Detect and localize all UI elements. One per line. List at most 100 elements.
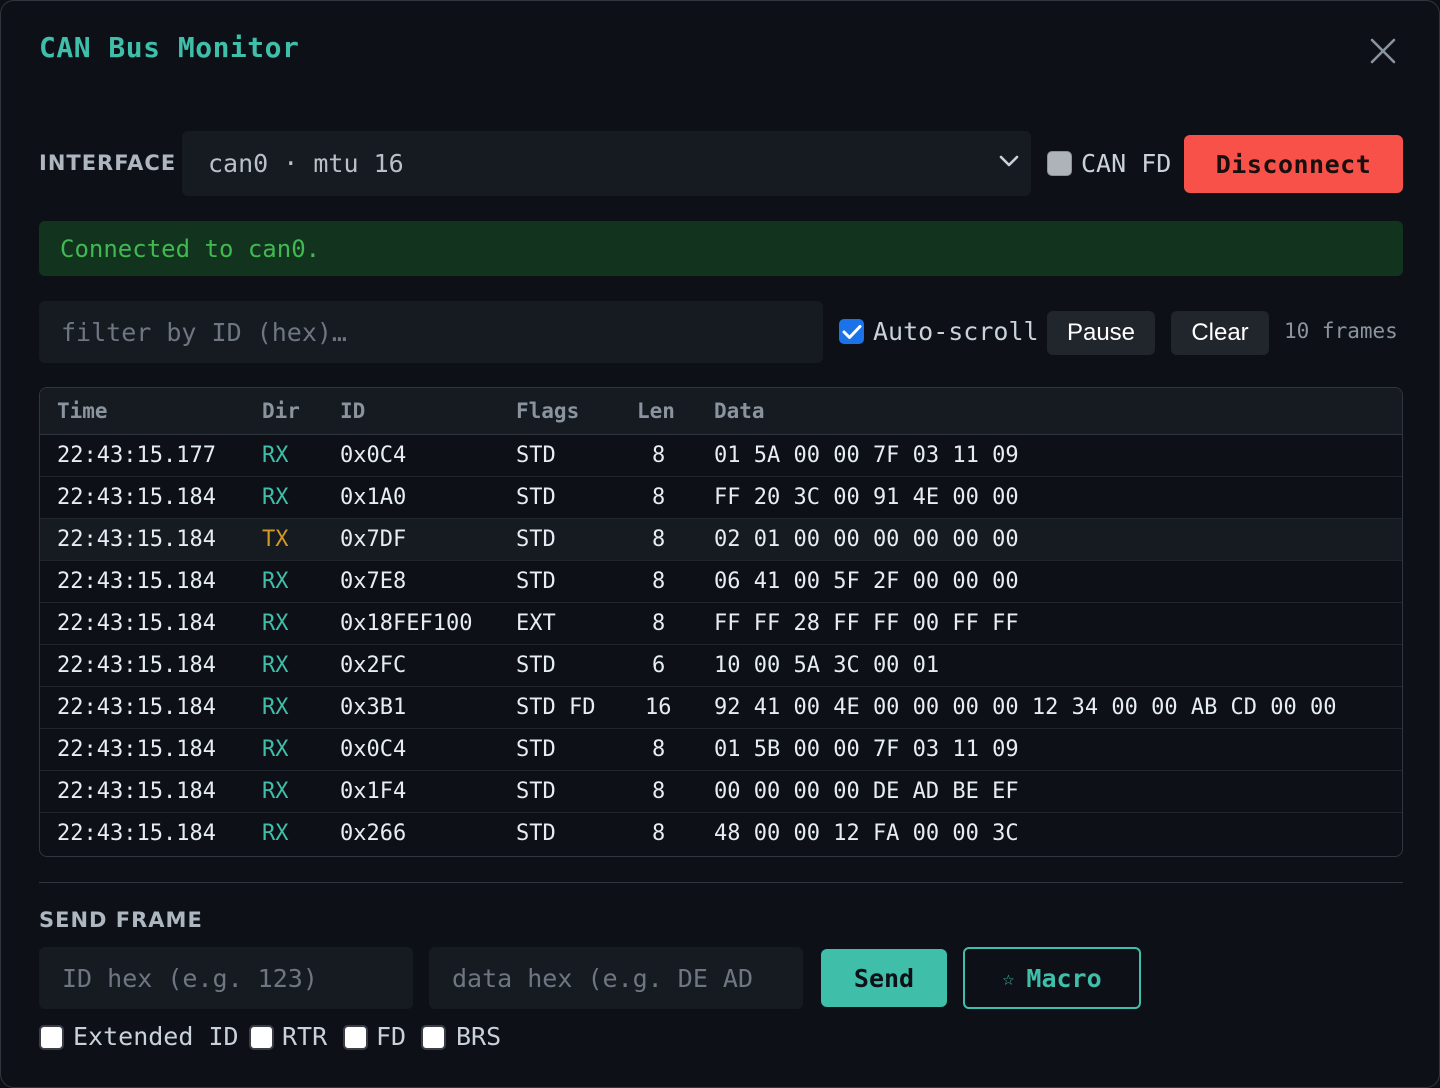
- cell-flags: STD: [516, 569, 556, 594]
- cell-len: 8: [652, 569, 666, 594]
- cell-dir: RX: [262, 737, 289, 762]
- table-row[interactable]: 22:43:15.184 RX 0x3B1 STD FD 16 92 41 00…: [40, 687, 1402, 729]
- cell-dir: RX: [262, 821, 289, 846]
- cell-id: 0x2FC: [340, 653, 407, 678]
- send-frame-heading: SEND FRAME: [39, 908, 203, 932]
- cell-id: 0x7E8: [340, 569, 407, 594]
- fd-label: FD: [376, 1022, 407, 1051]
- cell-dir: TX: [262, 527, 289, 552]
- column-header-dir[interactable]: Dir: [262, 399, 300, 423]
- interface-select-value: can0 · mtu 16: [208, 149, 404, 178]
- cell-flags: STD: [516, 779, 556, 804]
- cell-id: 0x1A0: [340, 485, 407, 510]
- column-header-time[interactable]: Time: [57, 399, 108, 423]
- table-header: Time Dir ID Flags Len Data: [40, 388, 1402, 435]
- send-id-input[interactable]: ID hex (e.g. 123): [39, 947, 413, 1009]
- cell-time: 22:43:15.177: [57, 443, 216, 468]
- interface-label: INTERFACE: [39, 151, 177, 175]
- cell-dir: RX: [262, 695, 289, 720]
- cell-len: 8: [652, 779, 666, 804]
- cell-len: 8: [652, 443, 666, 468]
- cell-time: 22:43:15.184: [57, 527, 216, 552]
- rtr-label: RTR: [282, 1022, 328, 1051]
- fd-checkbox[interactable]: [343, 1025, 368, 1050]
- filter-placeholder: filter by ID (hex)…: [61, 317, 347, 347]
- chevron-down-icon: [999, 155, 1019, 167]
- cell-len: 8: [652, 485, 666, 510]
- cell-data: 01 5A 00 00 7F 03 11 09: [714, 443, 1019, 468]
- cell-data: FF 20 3C 00 91 4E 00 00: [714, 485, 1019, 510]
- column-header-data[interactable]: Data: [714, 399, 765, 423]
- cell-id: 0x3B1: [340, 695, 407, 720]
- star-icon: ☆: [1002, 966, 1015, 990]
- cell-dir: RX: [262, 611, 289, 636]
- cell-id: 0x7DF: [340, 527, 407, 552]
- cell-data: 01 5B 00 00 7F 03 11 09: [714, 737, 1019, 762]
- cell-data: FF FF 28 FF FF 00 FF FF: [714, 611, 1019, 636]
- frames-table: Time Dir ID Flags Len Data 22:43:15.177 …: [39, 387, 1403, 857]
- cell-data: 10 00 5A 3C 00 01: [714, 653, 940, 678]
- can-monitor-window: CAN Bus Monitor INTERFACE can0 · mtu 16 …: [0, 0, 1440, 1088]
- table-row[interactable]: 22:43:15.184 RX 0x0C4 STD 8 01 5B 00 00 …: [40, 729, 1402, 771]
- cell-len: 8: [652, 737, 666, 762]
- cell-flags: STD FD: [516, 695, 596, 720]
- canfd-checkbox[interactable]: [1047, 151, 1072, 176]
- cell-dir: RX: [262, 653, 289, 678]
- table-row[interactable]: 22:43:15.184 RX 0x1F4 STD 8 00 00 00 00 …: [40, 771, 1402, 813]
- cell-flags: STD: [516, 485, 556, 510]
- table-row[interactable]: 22:43:15.184 RX 0x266 STD 8 48 00 00 12 …: [40, 813, 1402, 855]
- send-data-input[interactable]: data hex (e.g. DE AD: [429, 947, 803, 1009]
- cell-data: 02 01 00 00 00 00 00 00: [714, 527, 1019, 552]
- cell-dir: RX: [262, 569, 289, 594]
- cell-data: 92 41 00 4E 00 00 00 00 12 34 00 00 AB C…: [714, 695, 1337, 720]
- cell-dir: RX: [262, 443, 289, 468]
- filter-input[interactable]: filter by ID (hex)…: [39, 301, 823, 363]
- cell-id: 0x0C4: [340, 443, 407, 468]
- cell-id: 0x266: [340, 821, 407, 846]
- section-divider: [39, 882, 1403, 883]
- table-row[interactable]: 22:43:15.184 TX 0x7DF STD 8 02 01 00 00 …: [40, 519, 1402, 561]
- autoscroll-checkbox[interactable]: [839, 319, 864, 344]
- cell-id: 0x0C4: [340, 737, 407, 762]
- brs-checkbox[interactable]: [421, 1025, 446, 1050]
- canfd-label: CAN FD: [1081, 149, 1172, 178]
- send-id-placeholder: ID hex (e.g. 123): [62, 963, 318, 993]
- cell-time: 22:43:15.184: [57, 485, 216, 510]
- cell-len: 8: [652, 611, 666, 636]
- extended-id-checkbox[interactable]: [39, 1025, 64, 1050]
- table-row[interactable]: 22:43:15.177 RX 0x0C4 STD 8 01 5A 00 00 …: [40, 435, 1402, 477]
- pause-button[interactable]: Pause: [1047, 311, 1155, 355]
- table-row[interactable]: 22:43:15.184 RX 0x1A0 STD 8 FF 20 3C 00 …: [40, 477, 1402, 519]
- cell-flags: STD: [516, 443, 556, 468]
- cell-flags: STD: [516, 737, 556, 762]
- window-title: CAN Bus Monitor: [39, 31, 300, 64]
- send-button[interactable]: Send: [821, 949, 947, 1007]
- cell-time: 22:43:15.184: [57, 653, 216, 678]
- checkmark-icon: [842, 324, 861, 339]
- cell-id: 0x1F4: [340, 779, 407, 804]
- close-button[interactable]: [1363, 31, 1403, 71]
- status-banner: Connected to can0.: [39, 221, 1403, 276]
- extended-id-label: Extended ID: [73, 1022, 239, 1051]
- macro-button[interactable]: ☆ Macro: [963, 947, 1141, 1009]
- cell-len: 6: [652, 653, 666, 678]
- rtr-checkbox[interactable]: [249, 1025, 274, 1050]
- interface-select[interactable]: can0 · mtu 16: [182, 131, 1031, 196]
- cell-len: 8: [652, 527, 666, 552]
- table-row[interactable]: 22:43:15.184 RX 0x2FC STD 6 10 00 5A 3C …: [40, 645, 1402, 687]
- table-row[interactable]: 22:43:15.184 RX 0x7E8 STD 8 06 41 00 5F …: [40, 561, 1402, 603]
- table-row[interactable]: 22:43:15.184 RX 0x18FEF100 EXT 8 FF FF 2…: [40, 603, 1402, 645]
- column-header-len[interactable]: Len: [637, 399, 675, 423]
- send-data-placeholder: data hex (e.g. DE AD: [452, 963, 754, 993]
- cell-data: 48 00 00 12 FA 00 00 3C: [714, 821, 1019, 846]
- cell-len: 8: [652, 821, 666, 846]
- column-header-id[interactable]: ID: [340, 399, 365, 423]
- autoscroll-label: Auto-scroll: [873, 317, 1039, 346]
- close-icon: [1370, 38, 1396, 64]
- cell-time: 22:43:15.184: [57, 737, 216, 762]
- clear-button[interactable]: Clear: [1171, 311, 1269, 355]
- cell-time: 22:43:15.184: [57, 569, 216, 594]
- cell-dir: RX: [262, 779, 289, 804]
- disconnect-button[interactable]: Disconnect: [1184, 135, 1403, 193]
- column-header-flags[interactable]: Flags: [516, 399, 579, 423]
